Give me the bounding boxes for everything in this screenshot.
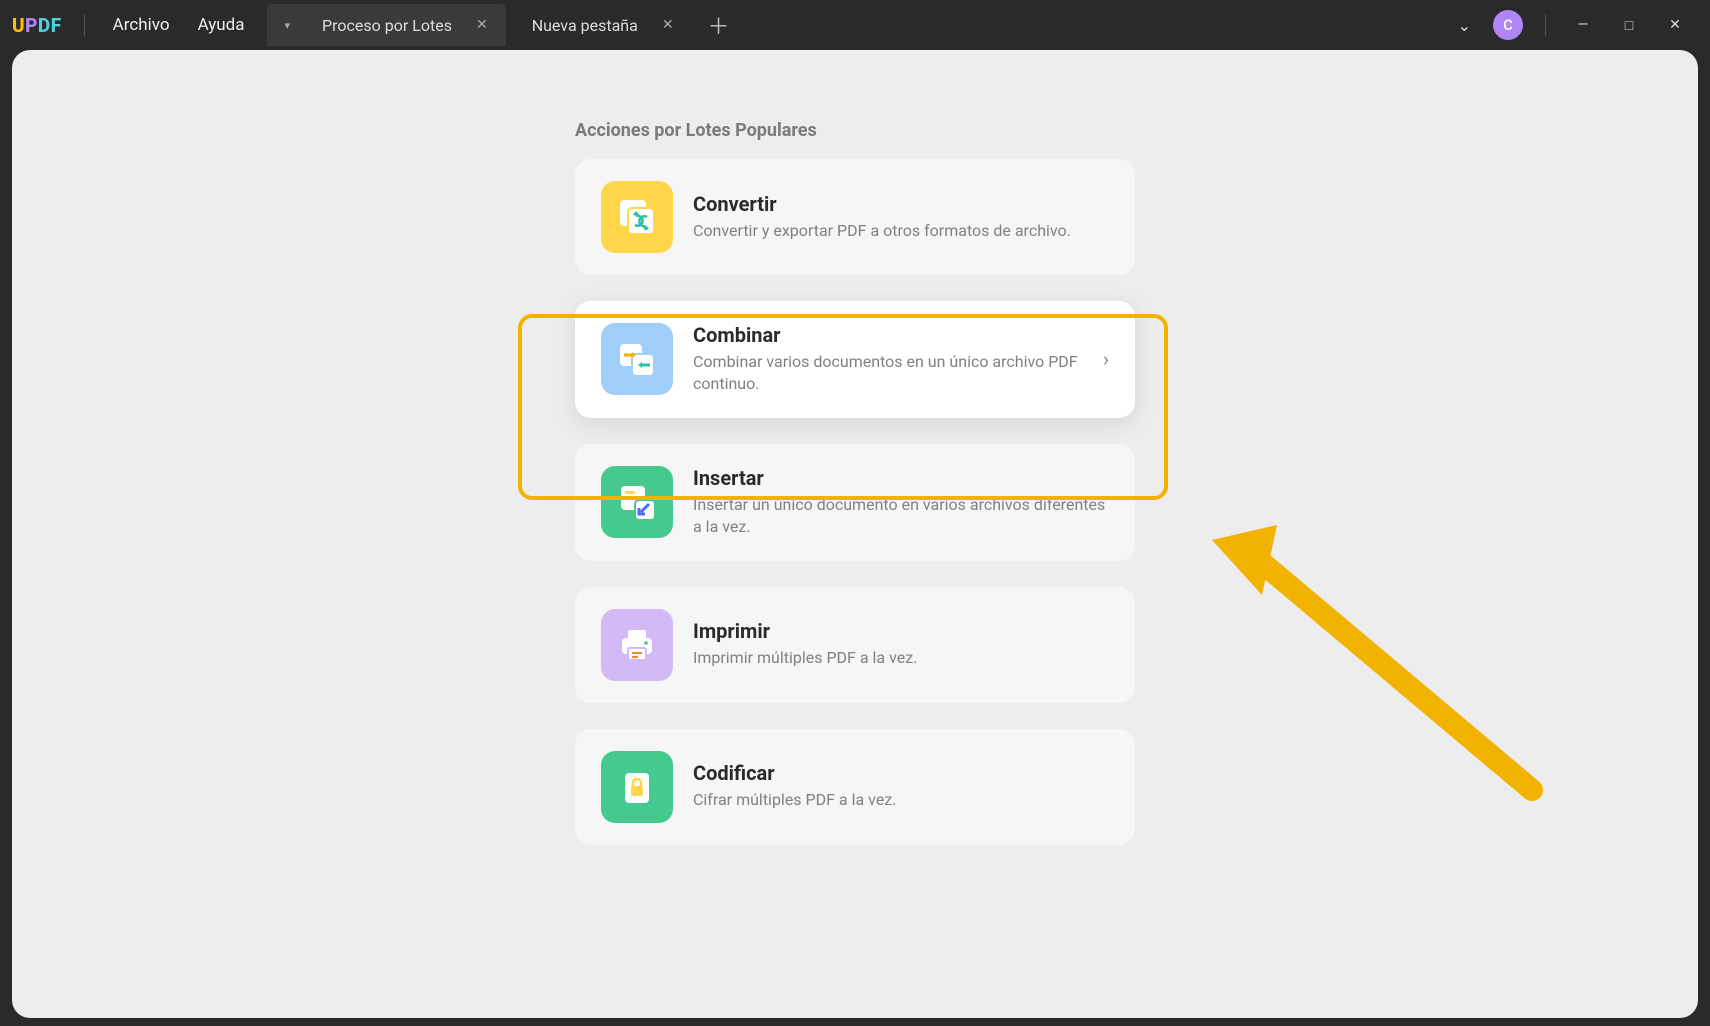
- app-logo: UPDF: [12, 14, 62, 37]
- card-combine[interactable]: Combinar Combinar varios documentos en u…: [575, 301, 1135, 418]
- card-desc: Insertar un único documento en varios ar…: [693, 494, 1109, 539]
- card-title: Insertar: [693, 466, 1109, 490]
- menu-help[interactable]: Ayuda: [198, 15, 245, 35]
- card-convert[interactable]: Convertir Convertir y exportar PDF a otr…: [575, 159, 1135, 275]
- card-list: Convertir Convertir y exportar PDF a otr…: [575, 159, 1135, 845]
- content-area: Acciones por Lotes Populares Convertir C…: [12, 50, 1698, 1018]
- arrow-annotation: [1202, 510, 1562, 810]
- minimize-icon[interactable]: —: [1560, 17, 1606, 33]
- maximize-icon[interactable]: □: [1606, 17, 1652, 34]
- titlebar: UPDF Archivo Ayuda ▾ Proceso por Lotes ✕…: [0, 0, 1710, 50]
- divider: [1545, 14, 1546, 36]
- tab-label: Nueva pestaña: [532, 16, 638, 35]
- card-title: Combinar: [693, 323, 1083, 347]
- card-title: Convertir: [693, 192, 1109, 216]
- menu-file[interactable]: Archivo: [113, 15, 170, 35]
- card-print[interactable]: Imprimir Imprimir múltiples PDF a la vez…: [575, 587, 1135, 703]
- chevron-right-icon: ›: [1103, 347, 1109, 371]
- print-icon: [601, 609, 673, 681]
- divider: [84, 14, 85, 36]
- combine-icon: [601, 323, 673, 395]
- card-desc: Cifrar múltiples PDF a la vez.: [693, 789, 1109, 811]
- close-icon[interactable]: ✕: [662, 17, 674, 33]
- insert-icon: [601, 466, 673, 538]
- section-title: Acciones por Lotes Populares: [575, 120, 1135, 141]
- card-desc: Convertir y exportar PDF a otros formato…: [693, 220, 1109, 242]
- tab-dropdown-icon[interactable]: ▾: [285, 19, 291, 32]
- encode-icon: [601, 751, 673, 823]
- avatar[interactable]: C: [1493, 10, 1523, 40]
- card-title: Imprimir: [693, 619, 1109, 643]
- card-encode[interactable]: Codificar Cifrar múltiples PDF a la vez.: [575, 729, 1135, 845]
- close-window-icon[interactable]: ✕: [1652, 17, 1698, 33]
- tab-batch-process[interactable]: ▾ Proceso por Lotes ✕: [267, 4, 506, 46]
- convert-icon: [601, 181, 673, 253]
- card-desc: Combinar varios documentos en un único a…: [693, 351, 1083, 396]
- card-insert[interactable]: Insertar Insertar un único documento en …: [575, 444, 1135, 561]
- card-title: Codificar: [693, 761, 1109, 785]
- tab-new[interactable]: Nueva pestaña ✕: [514, 4, 692, 46]
- card-desc: Imprimir múltiples PDF a la vez.: [693, 647, 1109, 669]
- chevron-down-icon[interactable]: ⌄: [1458, 16, 1471, 35]
- close-icon[interactable]: ✕: [476, 17, 488, 33]
- tab-label: Proceso por Lotes: [322, 16, 452, 35]
- add-tab-icon[interactable]: ＋: [708, 9, 730, 41]
